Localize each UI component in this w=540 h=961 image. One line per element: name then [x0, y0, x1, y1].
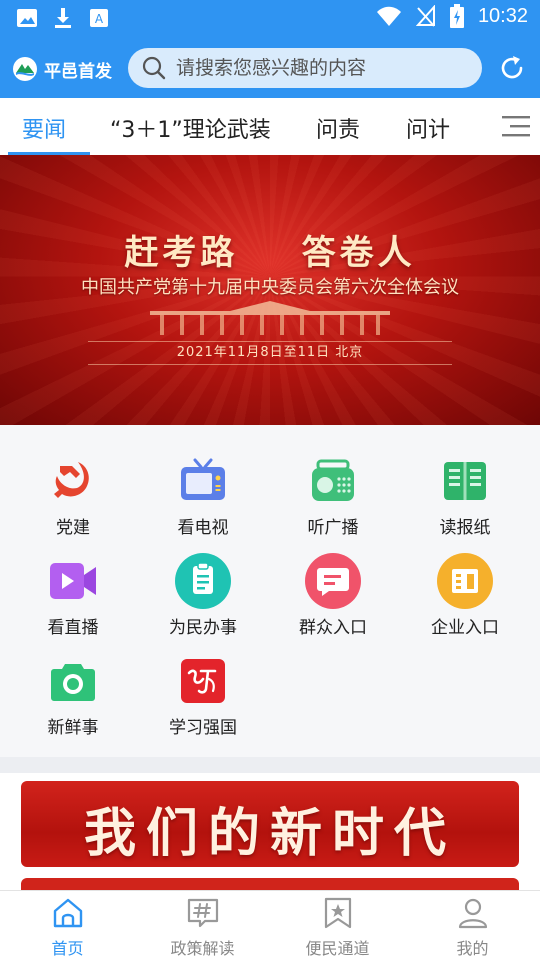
newspaper-icon	[444, 462, 486, 500]
clipboard-icon	[175, 553, 231, 609]
bookmark-star-icon	[324, 897, 351, 929]
nav-mine[interactable]: 我的	[405, 897, 540, 959]
party-emblem-icon	[54, 462, 89, 498]
promo-text: 我们的新时代	[83, 803, 456, 864]
camera-icon	[51, 664, 95, 701]
enterprise-icon	[437, 553, 493, 609]
hero-banner[interactable]: 赶考路 答卷人 中国共产党第十九届中央委员会第六次全体会议 2021年11月8日…	[0, 155, 540, 425]
grid-label: 看电视	[177, 518, 229, 538]
status-bar: A 10:32	[0, 0, 540, 36]
live-video-icon	[50, 563, 96, 599]
banner-title: 赶考路 答卷人	[124, 233, 416, 273]
grid-item-xuexi[interactable]: 学习强国	[138, 653, 268, 738]
grid-item-party[interactable]: 党建	[8, 453, 138, 538]
refresh-icon[interactable]	[498, 54, 526, 82]
grid-label: 党建	[56, 518, 90, 538]
wifi-icon	[376, 6, 401, 26]
grid-item-tv[interactable]: 看电视	[138, 453, 268, 538]
user-icon	[458, 898, 487, 929]
grid-item-fresh-news[interactable]: 新鲜事	[8, 653, 138, 738]
grid-item-services[interactable]: 为民办事	[138, 553, 268, 638]
banner-subtitle: 中国共产党第十九届中央委员会第六次全体会议	[81, 277, 459, 298]
grid-label: 听广播	[307, 518, 359, 538]
nav-convenience[interactable]: 便民通道	[270, 897, 405, 959]
tab-consultation[interactable]: 问计	[406, 112, 450, 144]
download-notification-icon	[55, 8, 71, 28]
banner-date: 2021年11月8日至11日 北京	[88, 341, 452, 365]
grid-label: 新鲜事	[47, 718, 99, 738]
bottom-nav: 首页 政策解读 便民通道 我的	[0, 890, 540, 961]
great-hall-icon	[150, 301, 390, 335]
nav-label: 首页	[51, 939, 84, 958]
hashtag-chat-icon	[187, 898, 218, 928]
nav-label: 便民通道	[305, 939, 370, 958]
gallery-notification-icon	[17, 9, 37, 27]
chat-bubble-icon	[305, 553, 361, 609]
promo-banner[interactable]: 我们的新时代	[21, 781, 519, 867]
brand-logo-icon	[13, 57, 37, 81]
search-icon	[142, 56, 166, 80]
radio-icon	[312, 459, 354, 501]
nav-home[interactable]: 首页	[0, 897, 135, 959]
feature-grid: 党建 看电视 听广播 读报纸 看直播 为民办事 群众入口 企业入口 新鲜事 学习…	[0, 425, 540, 757]
grid-label: 学习强国	[169, 718, 237, 738]
home-icon	[53, 898, 82, 928]
tab-headlines[interactable]: 要闻	[22, 112, 66, 144]
tab-menu-icon[interactable]	[502, 114, 532, 138]
category-tabs: 要闻 “3＋1”理论武装 问责 问计	[0, 98, 540, 156]
grid-item-public-entry[interactable]: 群众入口	[268, 553, 398, 638]
grid-label: 为民办事	[169, 618, 237, 638]
brand-name: 平邑首发	[44, 61, 112, 82]
tv-icon	[181, 458, 225, 500]
grid-label: 群众入口	[299, 618, 367, 638]
section-divider	[0, 757, 540, 773]
brand[interactable]: 平邑首发	[12, 56, 112, 82]
nav-label: 政策解读	[170, 939, 235, 958]
nav-label: 我的	[456, 939, 489, 958]
xuexi-logo-icon	[181, 659, 225, 703]
tab-accountability[interactable]: 问责	[316, 112, 360, 144]
search-input[interactable]	[174, 56, 468, 80]
tab-theory[interactable]: “3＋1”理论武装	[110, 112, 271, 144]
app-notification-icon: A	[90, 9, 108, 27]
battery-charging-icon	[449, 4, 464, 28]
status-time: 10:32	[477, 4, 528, 27]
nav-policy[interactable]: 政策解读	[135, 897, 270, 959]
grid-label: 企业入口	[431, 618, 499, 638]
search-bar[interactable]	[128, 48, 482, 88]
no-signal-icon	[415, 5, 435, 27]
grid-item-enterprise-entry[interactable]: 企业入口	[400, 553, 530, 638]
grid-item-live[interactable]: 看直播	[8, 553, 138, 638]
svg-text:A: A	[95, 12, 104, 26]
grid-label: 读报纸	[439, 518, 491, 538]
grid-item-newspaper[interactable]: 读报纸	[400, 453, 530, 538]
grid-item-radio[interactable]: 听广播	[268, 453, 398, 538]
app-header: 平邑首发	[0, 36, 540, 98]
grid-label: 看直播	[47, 618, 99, 638]
